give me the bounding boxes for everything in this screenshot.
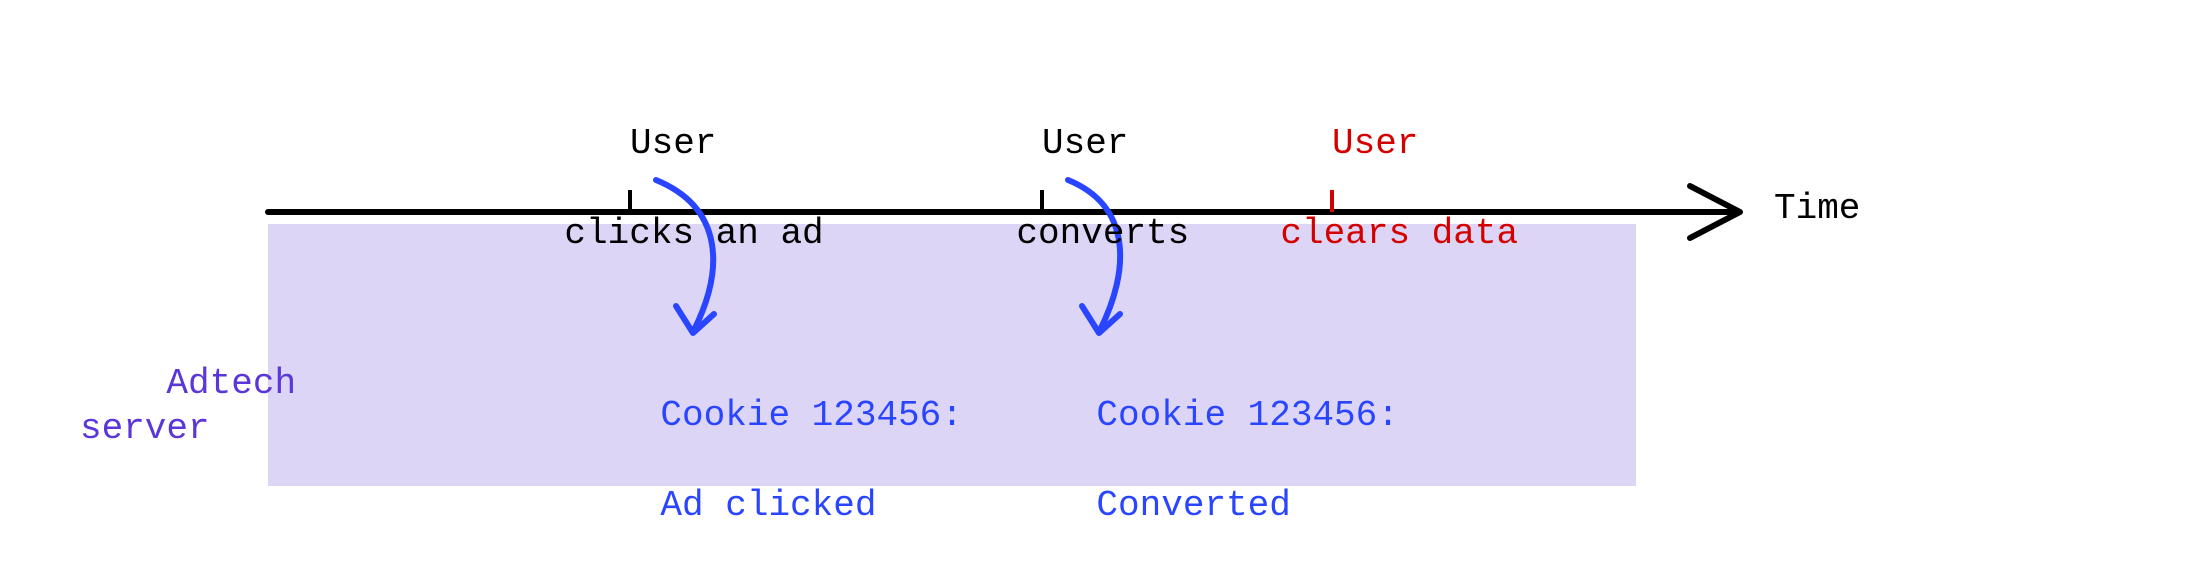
- event-clear-line1: User: [1332, 123, 1418, 164]
- event-convert-label: User converts: [930, 76, 1154, 301]
- event-click-line1: User: [630, 123, 716, 164]
- event-clear-line2: clears data: [1280, 213, 1518, 254]
- server-note-convert: Cookie 123456: Converted: [1010, 348, 1399, 573]
- server-note-convert-line2: Converted: [1096, 485, 1290, 526]
- event-convert-line2: converts: [1016, 213, 1189, 254]
- event-clear-label: User clears data: [1194, 76, 1470, 301]
- server-note-click-line2: Ad clicked: [660, 485, 876, 526]
- server-note-click-line1: Cookie 123456:: [660, 395, 962, 436]
- adtech-server-label-text: Adtech server: [80, 363, 296, 449]
- event-click-label: User clicks an ad: [478, 76, 782, 301]
- adtech-server-label: Adtech server: [80, 316, 296, 496]
- server-note-convert-line1: Cookie 123456:: [1096, 395, 1398, 436]
- axis-label: Time: [1774, 186, 1860, 231]
- diagram-stage: Time User clicks an ad User converts Use…: [0, 0, 2188, 534]
- event-convert-line1: User: [1042, 123, 1128, 164]
- axis-arrowhead: [1690, 186, 1740, 238]
- event-click-line2: clicks an ad: [564, 213, 823, 254]
- server-note-click: Cookie 123456: Ad clicked: [574, 348, 963, 573]
